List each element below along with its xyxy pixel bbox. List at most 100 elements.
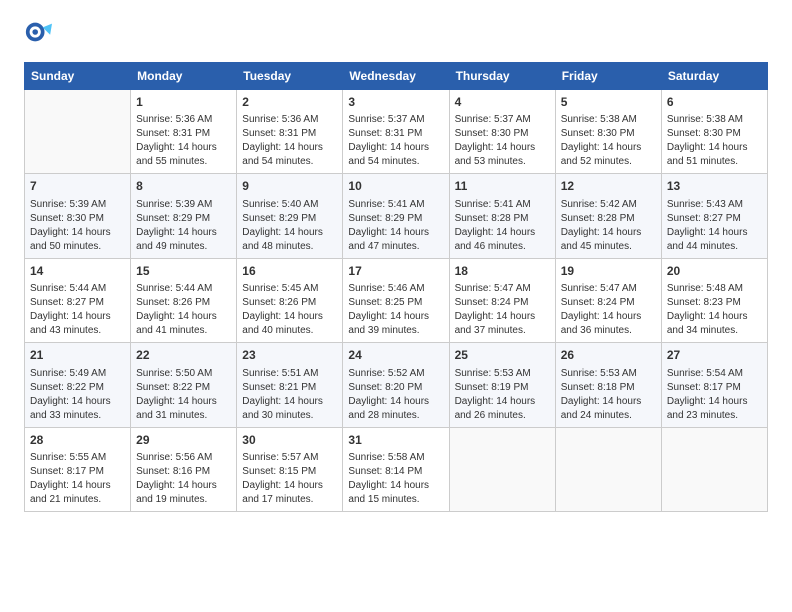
day-info: Sunrise: 5:36 AM Sunset: 8:31 PM Dayligh… (136, 113, 231, 169)
day-number: 13 (667, 178, 762, 195)
calendar-week-row: 1 Sunrise: 5:36 AM Sunset: 8:31 PM Daylig… (25, 90, 768, 174)
calendar-cell: 15 Sunrise: 5:44 AM Sunset: 8:26 PM Dayli… (131, 258, 237, 342)
day-number: 20 (667, 263, 762, 280)
header-day-monday: Monday (131, 63, 237, 90)
day-number: 17 (348, 263, 443, 280)
header-day-sunday: Sunday (25, 63, 131, 90)
day-info: Sunrise: 5:39 AM Sunset: 8:30 PM Dayligh… (30, 198, 125, 254)
day-info: Sunrise: 5:55 AM Sunset: 8:17 PM Dayligh… (30, 451, 125, 507)
day-number: 18 (455, 263, 550, 280)
day-number: 1 (136, 94, 231, 111)
page-header (24, 20, 768, 48)
day-number: 14 (30, 263, 125, 280)
calendar-cell: 7 Sunrise: 5:39 AM Sunset: 8:30 PM Daylig… (25, 174, 131, 258)
calendar-cell (555, 427, 661, 511)
calendar-cell: 19Sunrise: 5:47 AM Sunset: 8:24 PM Dayli… (555, 258, 661, 342)
day-number: 6 (667, 94, 762, 111)
day-info: Sunrise: 5:38 AM Sunset: 8:30 PM Dayligh… (667, 113, 762, 169)
calendar-week-row: 28Sunrise: 5:55 AM Sunset: 8:17 PM Dayli… (25, 427, 768, 511)
day-number: 26 (561, 347, 656, 364)
calendar-cell: 28Sunrise: 5:55 AM Sunset: 8:17 PM Dayli… (25, 427, 131, 511)
day-info: Sunrise: 5:47 AM Sunset: 8:24 PM Dayligh… (561, 282, 656, 338)
day-number: 5 (561, 94, 656, 111)
logo-icon (24, 18, 52, 46)
day-number: 11 (455, 178, 550, 195)
calendar-week-row: 21 Sunrise: 5:49 AM Sunset: 8:22 PM Dayli… (25, 343, 768, 427)
day-number: 25 (455, 347, 550, 364)
header-day-tuesday: Tuesday (237, 63, 343, 90)
calendar-cell: 10 Sunrise: 5:41 AM Sunset: 8:29 PM Dayli… (343, 174, 449, 258)
header-day-wednesday: Wednesday (343, 63, 449, 90)
day-info: Sunrise: 5:36 AM Sunset: 8:31 PM Dayligh… (242, 113, 337, 169)
day-number: 4 (455, 94, 550, 111)
day-info: Sunrise: 5:37 AM Sunset: 8:30 PM Dayligh… (455, 113, 550, 169)
calendar-cell: 23 Sunrise: 5:51 AM Sunset: 8:21 PM Dayli… (237, 343, 343, 427)
day-number: 23 (242, 347, 337, 364)
day-info: Sunrise: 5:42 AM Sunset: 8:28 PM Dayligh… (561, 198, 656, 254)
day-number: 22 (136, 347, 231, 364)
day-info: Sunrise: 5:45 AM Sunset: 8:26 PM Dayligh… (242, 282, 337, 338)
day-number: 10 (348, 178, 443, 195)
day-info: Sunrise: 5:51 AM Sunset: 8:21 PM Dayligh… (242, 367, 337, 423)
day-info: Sunrise: 5:47 AM Sunset: 8:24 PM Dayligh… (455, 282, 550, 338)
day-number: 30 (242, 432, 337, 449)
calendar-cell: 13 Sunrise: 5:43 AM Sunset: 8:27 PM Dayli… (661, 174, 767, 258)
calendar-cell: 1 Sunrise: 5:36 AM Sunset: 8:31 PM Daylig… (131, 90, 237, 174)
day-info: Sunrise: 5:43 AM Sunset: 8:27 PM Dayligh… (667, 198, 762, 254)
calendar-cell: 20 Sunrise: 5:48 AM Sunset: 8:23 PM Dayli… (661, 258, 767, 342)
day-number: 27 (667, 347, 762, 364)
header-day-friday: Friday (555, 63, 661, 90)
calendar-cell: 17 Sunrise: 5:46 AM Sunset: 8:25 PM Dayli… (343, 258, 449, 342)
day-info: Sunrise: 5:53 AM Sunset: 8:19 PM Dayligh… (455, 367, 550, 423)
calendar-cell: 24 Sunrise: 5:52 AM Sunset: 8:20 PM Dayli… (343, 343, 449, 427)
day-info: Sunrise: 5:50 AM Sunset: 8:22 PM Dayligh… (136, 367, 231, 423)
calendar-cell: 27Sunrise: 5:54 AM Sunset: 8:17 PM Dayli… (661, 343, 767, 427)
calendar-cell: 14Sunrise: 5:44 AM Sunset: 8:27 PM Dayli… (25, 258, 131, 342)
calendar-cell: 6 Sunrise: 5:38 AM Sunset: 8:30 PM Daylig… (661, 90, 767, 174)
calendar-cell: 25 Sunrise: 5:53 AM Sunset: 8:19 PM Dayli… (449, 343, 555, 427)
day-number: 24 (348, 347, 443, 364)
day-number: 12 (561, 178, 656, 195)
day-info: Sunrise: 5:41 AM Sunset: 8:29 PM Dayligh… (348, 198, 443, 254)
day-number: 7 (30, 178, 125, 195)
header-day-thursday: Thursday (449, 63, 555, 90)
day-info: Sunrise: 5:44 AM Sunset: 8:26 PM Dayligh… (136, 282, 231, 338)
header-day-saturday: Saturday (661, 63, 767, 90)
day-number: 21 (30, 347, 125, 364)
day-info: Sunrise: 5:58 AM Sunset: 8:14 PM Dayligh… (348, 451, 443, 507)
day-info: Sunrise: 5:41 AM Sunset: 8:28 PM Dayligh… (455, 198, 550, 254)
calendar-cell: 4 Sunrise: 5:37 AM Sunset: 8:30 PM Daylig… (449, 90, 555, 174)
day-number: 3 (348, 94, 443, 111)
day-info: Sunrise: 5:57 AM Sunset: 8:15 PM Dayligh… (242, 451, 337, 507)
calendar-cell: 18 Sunrise: 5:47 AM Sunset: 8:24 PM Dayli… (449, 258, 555, 342)
calendar-cell: 29 Sunrise: 5:56 AM Sunset: 8:16 PM Dayli… (131, 427, 237, 511)
day-info: Sunrise: 5:39 AM Sunset: 8:29 PM Dayligh… (136, 198, 231, 254)
calendar-cell: 31 Sunrise: 5:58 AM Sunset: 8:14 PM Dayli… (343, 427, 449, 511)
calendar-cell: 21 Sunrise: 5:49 AM Sunset: 8:22 PM Dayli… (25, 343, 131, 427)
day-info: Sunrise: 5:53 AM Sunset: 8:18 PM Dayligh… (561, 367, 656, 423)
calendar-cell: 9Sunrise: 5:40 AM Sunset: 8:29 PM Daylig… (237, 174, 343, 258)
calendar-cell: 8Sunrise: 5:39 AM Sunset: 8:29 PM Daylig… (131, 174, 237, 258)
calendar-cell (661, 427, 767, 511)
calendar-cell: 30 Sunrise: 5:57 AM Sunset: 8:15 PM Dayli… (237, 427, 343, 511)
day-number: 15 (136, 263, 231, 280)
day-info: Sunrise: 5:56 AM Sunset: 8:16 PM Dayligh… (136, 451, 231, 507)
calendar-table: SundayMondayTuesdayWednesdayThursdayFrid… (24, 62, 768, 512)
day-info: Sunrise: 5:46 AM Sunset: 8:25 PM Dayligh… (348, 282, 443, 338)
logo (24, 20, 54, 48)
calendar-header-row: SundayMondayTuesdayWednesdayThursdayFrid… (25, 63, 768, 90)
day-number: 31 (348, 432, 443, 449)
day-info: Sunrise: 5:49 AM Sunset: 8:22 PM Dayligh… (30, 367, 125, 423)
calendar-cell (25, 90, 131, 174)
calendar-cell: 12 Sunrise: 5:42 AM Sunset: 8:28 PM Dayli… (555, 174, 661, 258)
day-number: 2 (242, 94, 337, 111)
calendar-cell: 16Sunrise: 5:45 AM Sunset: 8:26 PM Dayli… (237, 258, 343, 342)
day-info: Sunrise: 5:52 AM Sunset: 8:20 PM Dayligh… (348, 367, 443, 423)
calendar-cell: 2 Sunrise: 5:36 AM Sunset: 8:31 PM Daylig… (237, 90, 343, 174)
day-info: Sunrise: 5:37 AM Sunset: 8:31 PM Dayligh… (348, 113, 443, 169)
calendar-cell: 5 Sunrise: 5:38 AM Sunset: 8:30 PM Daylig… (555, 90, 661, 174)
calendar-cell (449, 427, 555, 511)
day-info: Sunrise: 5:48 AM Sunset: 8:23 PM Dayligh… (667, 282, 762, 338)
day-number: 29 (136, 432, 231, 449)
day-info: Sunrise: 5:38 AM Sunset: 8:30 PM Dayligh… (561, 113, 656, 169)
